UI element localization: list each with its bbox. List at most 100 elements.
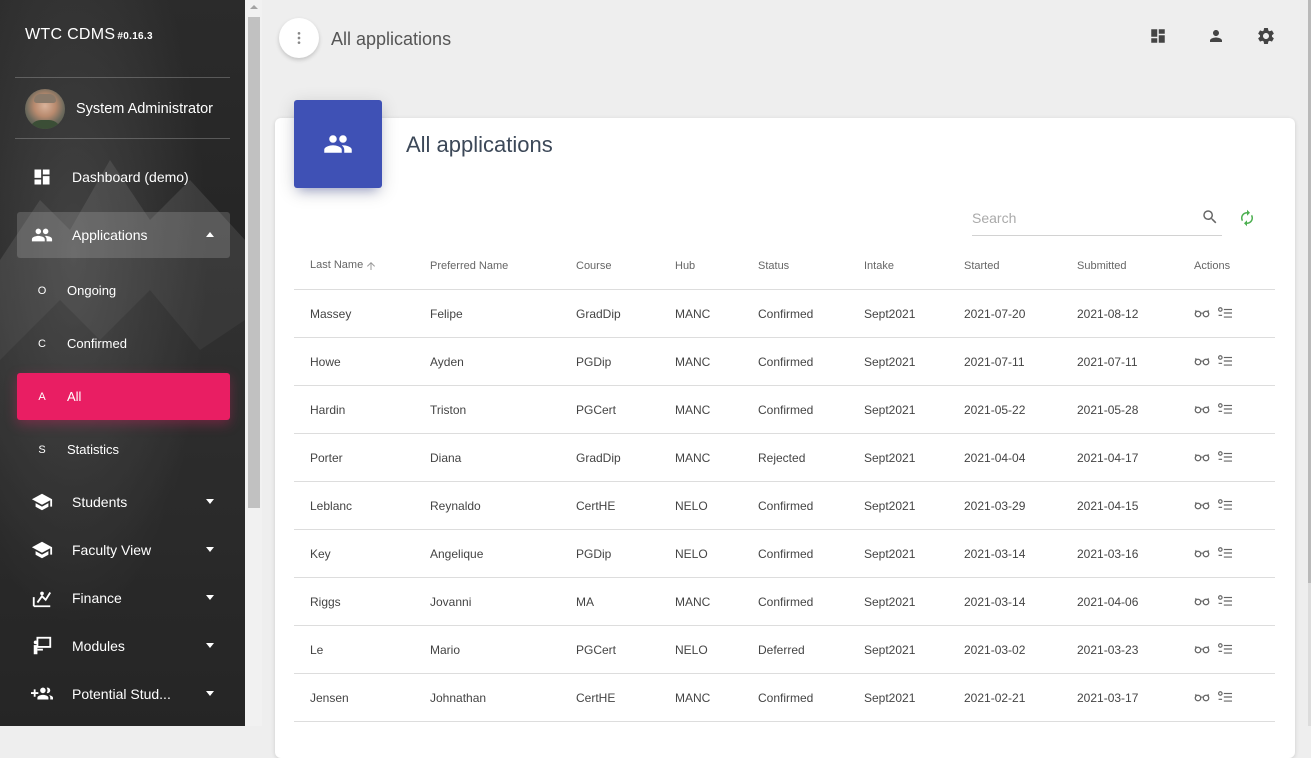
column-header-hub[interactable]: Hub	[659, 242, 742, 290]
profile-button[interactable]	[1206, 26, 1226, 46]
group-add-icon	[31, 683, 53, 705]
sidebar-item-label: Dashboard (demo)	[72, 169, 189, 185]
sidebar-subitem-confirmed[interactable]: C Confirmed	[17, 320, 230, 367]
search-field[interactable]	[972, 204, 1222, 236]
cell-intake: Sept2021	[848, 385, 948, 434]
cell-hub: MANC	[659, 433, 742, 482]
table-row[interactable]: Porter Diana GradDip MANC Rejected Sept2…	[294, 433, 1275, 482]
column-header-started[interactable]: Started	[948, 242, 1061, 290]
checklist-icon[interactable]	[1218, 498, 1232, 511]
arrow-up-icon	[367, 261, 376, 270]
cell-intake: Sept2021	[848, 337, 948, 386]
sidebar-divider	[15, 77, 230, 78]
table-row[interactable]: Leblanc Reynaldo CertHE NELO Confirmed S…	[294, 481, 1275, 530]
sidebar-item-faculty-view[interactable]: Faculty View	[17, 527, 230, 573]
checklist-icon[interactable]	[1218, 594, 1232, 607]
column-header-last-name[interactable]: Last Name	[294, 242, 414, 290]
column-header-intake[interactable]: Intake	[848, 242, 948, 290]
subitem-abbr: O	[37, 284, 47, 297]
cell-submitted: 2021-04-06	[1061, 577, 1178, 626]
search-icon[interactable]	[1201, 208, 1219, 226]
sidebar: WTC CDMS #0.16.3 System Administrator Das…	[0, 0, 245, 726]
subitem-abbr: S	[38, 443, 46, 456]
checklist-icon[interactable]	[1218, 450, 1232, 463]
table-row[interactable]: Howe Ayden PGDip MANC Confirmed Sept2021…	[294, 337, 1275, 386]
refresh-icon[interactable]	[1238, 209, 1256, 227]
view-glasses-icon[interactable]	[1194, 692, 1210, 702]
column-header-submitted[interactable]: Submitted	[1061, 242, 1178, 290]
cell-started: 2021-04-04	[948, 433, 1061, 482]
sidebar-item-finance[interactable]: Finance	[17, 575, 230, 621]
view-glasses-icon[interactable]	[1194, 356, 1210, 366]
cell-last-name: Porter	[294, 433, 414, 482]
checklist-icon[interactable]	[1218, 642, 1232, 655]
sidebar-item-applications[interactable]: Applications	[17, 212, 230, 258]
scrollbar-thumb[interactable]	[248, 17, 260, 508]
sidebar-item-potential-students[interactable]: Potential Stud...	[17, 671, 230, 717]
sidebar-subitem-statistics[interactable]: S Statistics	[17, 426, 230, 473]
sidebar-toggle-button[interactable]	[279, 18, 319, 58]
cell-preferred-name: Jovanni	[414, 577, 560, 626]
cell-status: Confirmed	[742, 289, 848, 338]
column-header-preferred-name[interactable]: Preferred Name	[414, 242, 560, 290]
checklist-icon[interactable]	[1218, 354, 1232, 367]
sidebar-item-students[interactable]: Students	[17, 479, 230, 525]
settings-button[interactable]	[1256, 26, 1276, 46]
search-input[interactable]	[972, 204, 1192, 232]
view-glasses-icon[interactable]	[1194, 548, 1210, 558]
table-row[interactable]: Massey Felipe GradDip MANC Confirmed Sep…	[294, 289, 1275, 338]
view-glasses-icon[interactable]	[1194, 452, 1210, 462]
sidebar-subitem-all[interactable]: A All	[17, 373, 230, 420]
cell-last-name: Le	[294, 625, 414, 674]
cell-preferred-name: Ayden	[414, 337, 560, 386]
sidebar-subitem-ongoing[interactable]: O Ongoing	[17, 267, 230, 314]
table-row[interactable]: Jensen Johnathan CertHE MANC Confirmed S…	[294, 673, 1275, 722]
checklist-icon[interactable]	[1218, 690, 1232, 703]
app-brand[interactable]: WTC CDMS #0.16.3	[25, 26, 153, 44]
scroll-up-arrow-icon[interactable]	[250, 5, 258, 9]
view-glasses-icon[interactable]	[1194, 500, 1210, 510]
cell-course: MA	[560, 577, 659, 626]
checklist-icon[interactable]	[1218, 306, 1232, 319]
app-version: #0.16.3	[117, 31, 153, 42]
sidebar-item-modules[interactable]: Modules	[17, 623, 230, 669]
checklist-icon[interactable]	[1218, 546, 1232, 559]
cell-submitted: 2021-03-16	[1061, 529, 1178, 578]
sidebar-item-dashboard[interactable]: Dashboard (demo)	[17, 154, 230, 200]
cell-last-name: Howe	[294, 337, 414, 386]
cell-submitted: 2021-04-17	[1061, 433, 1178, 482]
dashboard-button[interactable]	[1148, 26, 1168, 46]
checklist-icon[interactable]	[1218, 402, 1232, 415]
column-header-status[interactable]: Status	[742, 242, 848, 290]
sidebar-item-label: Students	[72, 494, 128, 510]
cell-preferred-name: Angelique	[414, 529, 560, 578]
chevron-down-icon	[206, 595, 214, 600]
user-name: System Administrator	[76, 101, 213, 117]
settings-icon	[1258, 27, 1274, 44]
cell-intake: Sept2021	[848, 289, 948, 338]
cell-hub: NELO	[659, 529, 742, 578]
cell-started: 2021-07-20	[948, 289, 1061, 338]
view-glasses-icon[interactable]	[1194, 644, 1210, 654]
cell-actions	[1178, 433, 1275, 482]
brand-name: WTC CDMS	[25, 26, 116, 43]
view-glasses-icon[interactable]	[1194, 404, 1210, 414]
view-glasses-icon[interactable]	[1194, 308, 1210, 318]
cell-preferred-name: Diana	[414, 433, 560, 482]
table-row[interactable]: Le Mario PGCert NELO Deferred Sept2021 2…	[294, 625, 1275, 674]
user-profile[interactable]: System Administrator	[25, 89, 213, 129]
table-row[interactable]: Riggs Jovanni MA MANC Confirmed Sept2021…	[294, 577, 1275, 626]
cell-course: PGDip	[560, 337, 659, 386]
cell-status: Confirmed	[742, 481, 848, 530]
sidebar-item-label: Potential Stud...	[72, 686, 171, 702]
cell-preferred-name: Johnathan	[414, 673, 560, 722]
cell-actions	[1178, 673, 1275, 722]
cell-course: CertHE	[560, 481, 659, 530]
cell-hub: MANC	[659, 385, 742, 434]
column-header-course[interactable]: Course	[560, 242, 659, 290]
chevron-down-icon	[206, 643, 214, 648]
table-row[interactable]: Key Angelique PGDip NELO Confirmed Sept2…	[294, 529, 1275, 578]
view-glasses-icon[interactable]	[1194, 596, 1210, 606]
cell-actions	[1178, 625, 1275, 674]
table-row[interactable]: Hardin Triston PGCert MANC Confirmed Sep…	[294, 385, 1275, 434]
